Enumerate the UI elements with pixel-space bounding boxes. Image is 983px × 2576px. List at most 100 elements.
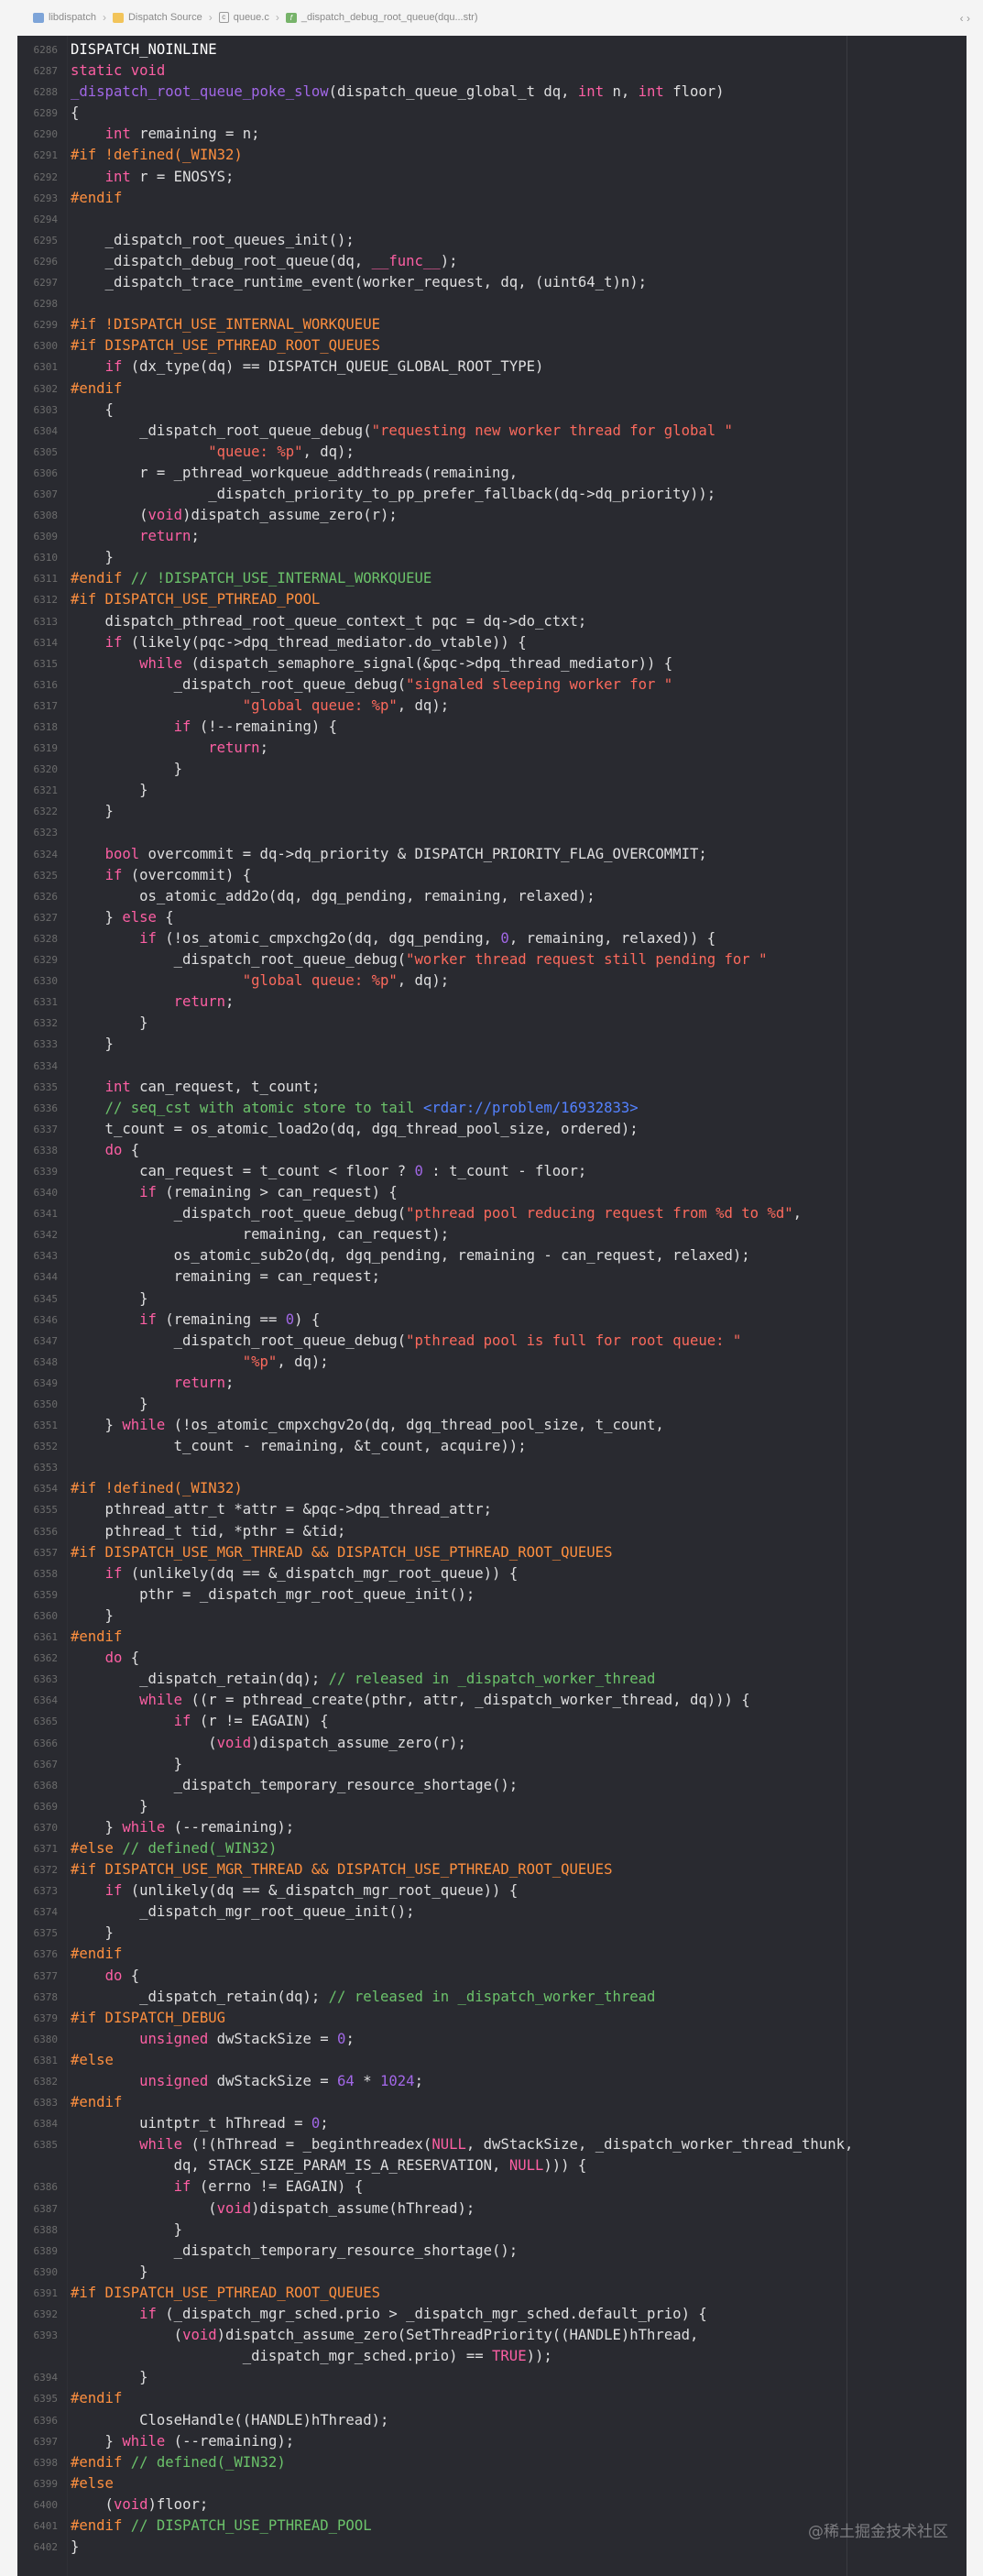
breadcrumb-group[interactable]: Dispatch Source bbox=[112, 12, 202, 23]
code-line[interactable]: 6340 if (remaining > can_request) { bbox=[17, 1182, 967, 1203]
code-line[interactable]: 6333 } bbox=[17, 1034, 967, 1055]
code-line[interactable]: 6298 bbox=[17, 293, 967, 314]
code-line[interactable]: 6302 #endif bbox=[17, 378, 967, 400]
code-line[interactable]: 6358 if (unlikely(dq == &_dispatch_mgr_r… bbox=[17, 1563, 967, 1584]
code-line[interactable]: 6393 (void)dispatch_assume_zero(SetThrea… bbox=[17, 2325, 967, 2346]
breadcrumb-project[interactable]: libdispatch bbox=[33, 12, 96, 23]
code-line[interactable]: 6392 if (_dispatch_mgr_sched.prio > _dis… bbox=[17, 2304, 967, 2325]
code-line[interactable]: 6363 _dispatch_retain(dq); // released i… bbox=[17, 1669, 967, 1690]
code-line[interactable]: 6329 _dispatch_root_queue_debug("worker … bbox=[17, 949, 967, 970]
code-line[interactable]: 6352 t_count - remaining, &t_count, acqu… bbox=[17, 1436, 967, 1457]
code-line[interactable]: 6337 t_count = os_atomic_load2o(dq, dgq_… bbox=[17, 1119, 967, 1140]
code-line[interactable]: 6345 } bbox=[17, 1288, 967, 1310]
code-line[interactable]: 6319 return; bbox=[17, 738, 967, 759]
code-line[interactable]: 6379 #if DISPATCH_DEBUG bbox=[17, 2008, 967, 2029]
code-line[interactable]: 6318 if (!--remaining) { bbox=[17, 717, 967, 738]
code-line[interactable]: 6341 _dispatch_root_queue_debug("pthread… bbox=[17, 1203, 967, 1224]
code-line[interactable]: 6389 _dispatch_temporary_resource_shorta… bbox=[17, 2241, 967, 2262]
code-line[interactable]: 6293 #endif bbox=[17, 188, 967, 209]
code-line[interactable]: 6399 #else bbox=[17, 2473, 967, 2494]
code-line[interactable]: 6292 int r = ENOSYS; bbox=[17, 167, 967, 188]
code-line[interactable]: 6354 #if !defined(_WIN32) bbox=[17, 1478, 967, 1499]
code-line[interactable]: 6353 bbox=[17, 1457, 967, 1478]
code-line[interactable]: 6297 _dispatch_trace_runtime_event(worke… bbox=[17, 272, 967, 293]
code-line[interactable]: 6323 bbox=[17, 822, 967, 843]
code-line[interactable]: 6396 CloseHandle((HANDLE)hThread); bbox=[17, 2410, 967, 2431]
code-line[interactable]: 6309 return; bbox=[17, 526, 967, 547]
navigate-arrows-icon[interactable]: ‹ › bbox=[960, 12, 970, 25]
code-line[interactable]: 6328 if (!os_atomic_cmpxchg2o(dq, dgq_pe… bbox=[17, 928, 967, 949]
code-line[interactable]: 6377 do { bbox=[17, 1966, 967, 1987]
code-line[interactable]: 6295 _dispatch_root_queues_init(); bbox=[17, 230, 967, 251]
code-line[interactable]: 6306 r = _pthread_workqueue_addthreads(r… bbox=[17, 463, 967, 484]
code-line[interactable]: 6346 if (remaining == 0) { bbox=[17, 1310, 967, 1331]
code-line[interactable]: 6308 (void)dispatch_assume_zero(r); bbox=[17, 505, 967, 526]
code-line[interactable]: 6385 while (!(hThread = _beginthreadex(N… bbox=[17, 2134, 967, 2155]
code-line[interactable]: 6391 #if DISPATCH_USE_PTHREAD_ROOT_QUEUES bbox=[17, 2283, 967, 2304]
code-line[interactable]: 6332 } bbox=[17, 1013, 967, 1034]
code-line[interactable]: 6384 uintptr_t hThread = 0; bbox=[17, 2113, 967, 2134]
code-line[interactable]: 6324 bool overcommit = dq->dq_priority &… bbox=[17, 844, 967, 865]
code-line[interactable]: 6342 remaining, can_request); bbox=[17, 1224, 967, 1245]
code-line[interactable]: 6344 remaining = can_request; bbox=[17, 1266, 967, 1288]
code-line[interactable]: 6343 os_atomic_sub2o(dq, dgq_pending, re… bbox=[17, 1245, 967, 1266]
code-line[interactable]: 6375 } bbox=[17, 1923, 967, 1944]
code-line[interactable]: 6351 } while (!os_atomic_cmpxchgv2o(dq, … bbox=[17, 1415, 967, 1436]
code-line[interactable]: 6378 _dispatch_retain(dq); // released i… bbox=[17, 1987, 967, 2008]
code-line[interactable]: 6339 can_request = t_count < floor ? 0 :… bbox=[17, 1161, 967, 1182]
code-line[interactable]: 6356 pthread_t tid, *pthr = &tid; bbox=[17, 1521, 967, 1542]
code-line[interactable]: 6368 _dispatch_temporary_resource_shorta… bbox=[17, 1775, 967, 1796]
code-line[interactable]: 6327 } else { bbox=[17, 907, 967, 928]
code-line[interactable]: 6330 "global queue: %p", dq); bbox=[17, 970, 967, 992]
code-line[interactable]: 6307 _dispatch_priority_to_pp_prefer_fal… bbox=[17, 484, 967, 505]
breadcrumb-file[interactable]: c queue.c bbox=[218, 12, 269, 23]
code-line[interactable]: _dispatch_mgr_sched.prio) == TRUE)); bbox=[17, 2346, 967, 2367]
code-line[interactable]: 6370 } while (--remaining); bbox=[17, 1817, 967, 1838]
code-line[interactable]: 6305 "queue: %p", dq); bbox=[17, 442, 967, 463]
code-line[interactable]: 6357 #if DISPATCH_USE_MGR_THREAD && DISPA… bbox=[17, 1542, 967, 1563]
code-line[interactable]: 6315 while (dispatch_semaphore_signal(&p… bbox=[17, 653, 967, 674]
code-line[interactable]: 6287 static void bbox=[17, 60, 967, 82]
code-line[interactable]: 6294 bbox=[17, 209, 967, 230]
code-line[interactable]: 6311 #endif // !DISPATCH_USE_INTERNAL_WOR… bbox=[17, 568, 967, 589]
code-line[interactable]: 6376 #endif bbox=[17, 1944, 967, 1965]
code-line[interactable]: 6301 if (dx_type(dq) == DISPATCH_QUEUE_G… bbox=[17, 356, 967, 378]
code-line[interactable]: 6388 } bbox=[17, 2220, 967, 2241]
code-line[interactable]: 6380 unsigned dwStackSize = 0; bbox=[17, 2029, 967, 2050]
code-line[interactable]: 6386 if (errno != EAGAIN) { bbox=[17, 2176, 967, 2198]
code-line[interactable]: 6387 (void)dispatch_assume(hThread); bbox=[17, 2198, 967, 2220]
breadcrumb-symbol[interactable]: f _dispatch_debug_root_queue(dqu...str) bbox=[285, 12, 478, 23]
code-line[interactable]: 6288 _dispatch_root_queue_poke_slow(dispa… bbox=[17, 82, 967, 103]
code-line[interactable]: 6326 os_atomic_add2o(dq, dgq_pending, re… bbox=[17, 886, 967, 907]
code-line[interactable]: 6338 do { bbox=[17, 1140, 967, 1161]
code-line[interactable]: 6291 #if !defined(_WIN32) bbox=[17, 145, 967, 166]
code-line[interactable]: 6365 if (r != EAGAIN) { bbox=[17, 1711, 967, 1732]
code-line[interactable]: 6382 unsigned dwStackSize = 64 * 1024; bbox=[17, 2071, 967, 2092]
code-line[interactable]: 6361 #endif bbox=[17, 1627, 967, 1648]
code-line[interactable]: 6299 #if !DISPATCH_USE_INTERNAL_WORKQUEUE bbox=[17, 314, 967, 335]
code-line[interactable]: 6397 } while (--remaining); bbox=[17, 2431, 967, 2452]
code-line[interactable]: 6374 _dispatch_mgr_root_queue_init(); bbox=[17, 1902, 967, 1923]
code-line[interactable]: 6321 } bbox=[17, 780, 967, 801]
code-line[interactable]: 6394 } bbox=[17, 2367, 967, 2388]
code-line[interactable]: 6300 #if DISPATCH_USE_PTHREAD_ROOT_QUEUES bbox=[17, 335, 967, 356]
code-line[interactable]: 6362 do { bbox=[17, 1648, 967, 1669]
code-line[interactable]: 6398 #endif // defined(_WIN32) bbox=[17, 2452, 967, 2473]
code-line[interactable]: 6313 dispatch_pthread_root_queue_context… bbox=[17, 611, 967, 632]
code-line[interactable]: 6325 if (overcommit) { bbox=[17, 865, 967, 886]
code-line[interactable]: 6296 _dispatch_debug_root_queue(dq, __fu… bbox=[17, 251, 967, 272]
code-line[interactable]: 6360 } bbox=[17, 1606, 967, 1627]
code-line[interactable]: 6349 return; bbox=[17, 1373, 967, 1394]
code-line[interactable]: 6316 _dispatch_root_queue_debug("signale… bbox=[17, 674, 967, 696]
code-line[interactable]: 6320 } bbox=[17, 759, 967, 780]
code-line[interactable]: 6364 while ((r = pthread_create(pthr, at… bbox=[17, 1690, 967, 1711]
code-line[interactable]: 6373 if (unlikely(dq == &_dispatch_mgr_r… bbox=[17, 1880, 967, 1902]
code-line[interactable]: 6381 #else bbox=[17, 2050, 967, 2071]
code-line[interactable]: 6347 _dispatch_root_queue_debug("pthread… bbox=[17, 1331, 967, 1352]
code-line[interactable]: 6322 } bbox=[17, 801, 967, 822]
code-line[interactable]: 6314 if (likely(pqc->dpq_thread_mediator… bbox=[17, 632, 967, 653]
code-line[interactable]: 6334 bbox=[17, 1056, 967, 1077]
code-line[interactable]: 6366 (void)dispatch_assume_zero(r); bbox=[17, 1733, 967, 1754]
code-line[interactable]: 6331 return; bbox=[17, 992, 967, 1013]
code-editor[interactable]: 6286 DISPATCH_NOINLINE 6287 static void 6288… bbox=[17, 36, 967, 2576]
